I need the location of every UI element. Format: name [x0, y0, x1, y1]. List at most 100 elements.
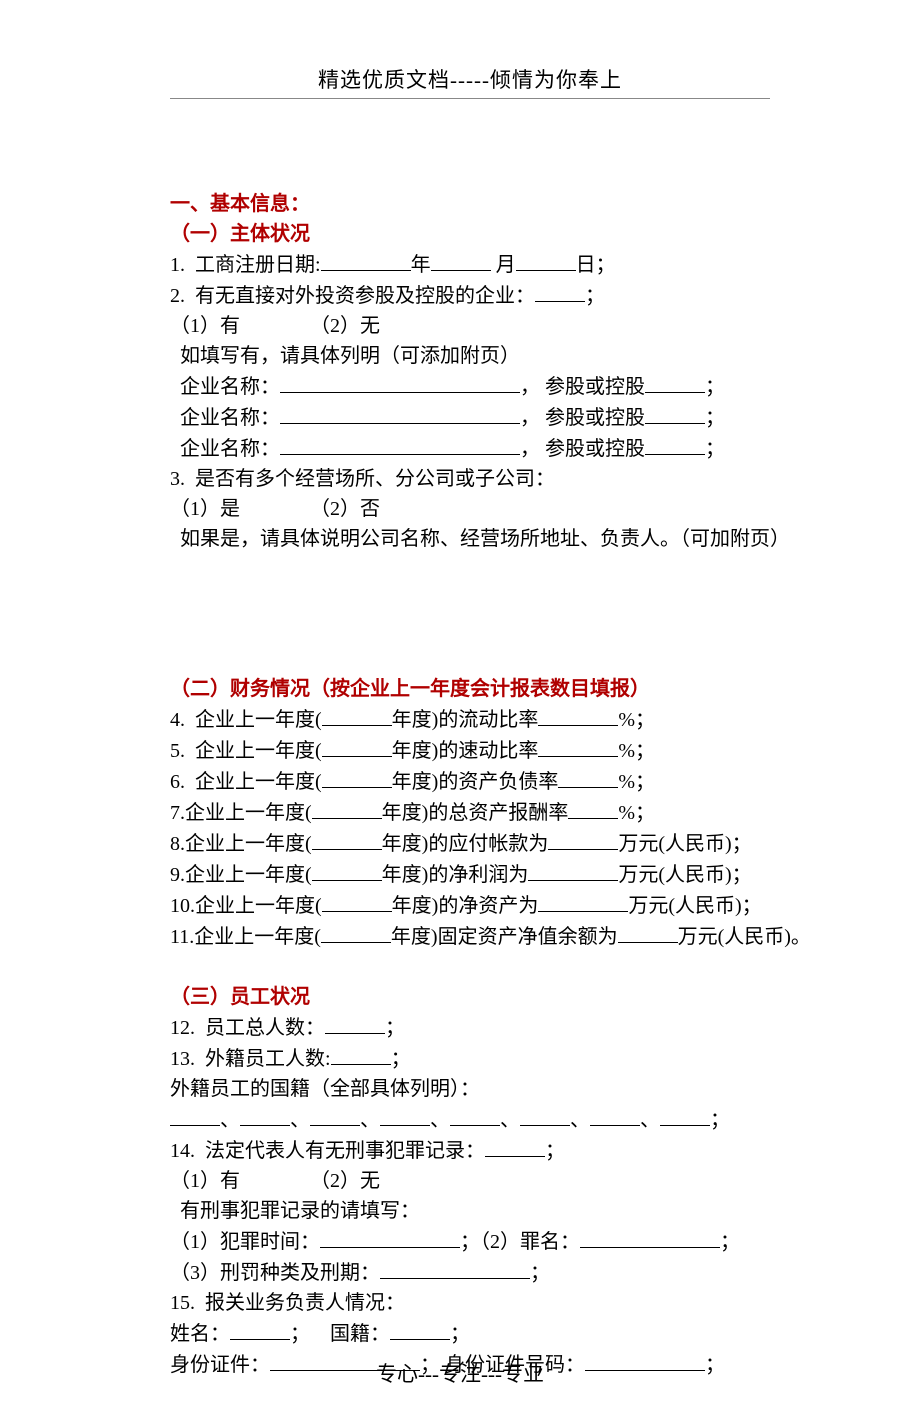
section-1-title: 一、基本信息：	[170, 189, 770, 219]
q11-b: 年度)固定资产净值余额为	[391, 926, 618, 948]
q15: 15. 报关业务负责人情况：	[170, 1288, 770, 1318]
enterprise-row-2: 企业名称：， 参股或控股；	[170, 402, 770, 433]
q2-opt-yes: （1）有	[170, 315, 240, 337]
q5-val-blank[interactable]	[538, 735, 618, 757]
semi: ；	[385, 1017, 405, 1039]
ent2-type-blank[interactable]	[645, 402, 705, 424]
q4-year-blank[interactable]	[322, 704, 392, 726]
q8-year-blank[interactable]	[312, 828, 382, 850]
sep: 、	[360, 1109, 380, 1131]
nat-blank[interactable]	[170, 1104, 220, 1126]
q7-a: 7.企业上一年度(	[170, 802, 312, 824]
sep: 、	[430, 1109, 450, 1131]
q12-blank[interactable]	[325, 1012, 385, 1034]
q11-val-blank[interactable]	[618, 921, 678, 943]
semi: ；	[530, 1262, 550, 1284]
q2-tail: ；	[585, 285, 605, 307]
q5-b: 年度)的速动比率	[392, 740, 539, 762]
q8-b: 年度)的应付帐款为	[382, 833, 549, 855]
gap	[170, 952, 770, 982]
q15-name-blank[interactable]	[230, 1318, 290, 1340]
q15-nat-blank[interactable]	[390, 1318, 450, 1340]
q14-2: ；（2）罪名：	[460, 1231, 580, 1253]
q11-year-blank[interactable]	[321, 921, 391, 943]
q7-year-blank[interactable]	[312, 797, 382, 819]
q4-pct: %；	[618, 709, 655, 731]
nat-blank[interactable]	[450, 1104, 500, 1126]
q2-blank[interactable]	[535, 280, 585, 302]
ent-mid: ， 参股或控股	[520, 376, 645, 398]
q11-a: 11.企业上一年度(	[170, 926, 321, 948]
q4: 4. 企业上一年度(年度)的流动比率%；	[170, 704, 770, 735]
q13-note: 外籍员工的国籍（全部具体列明）：	[170, 1074, 770, 1104]
nat-blank[interactable]	[310, 1104, 360, 1126]
section-1: 一、基本信息： （一）主体状况 1. 工商注册日期: 年 月 日； 2. 有无直接对…	[170, 189, 770, 1380]
nat-blank[interactable]	[240, 1104, 290, 1126]
nationality-blanks: 、、、、、、、；	[170, 1104, 770, 1135]
q14-detail-2: （3）刑罚种类及刑期：；	[170, 1257, 770, 1288]
q14-2-tail: ；	[720, 1231, 740, 1253]
q3: 3. 是否有多个经营场所、分公司或子公司：	[170, 464, 770, 494]
q6-b: 年度)的资产负债率	[392, 771, 559, 793]
q1-year: 年	[411, 254, 431, 276]
q14-time-blank[interactable]	[320, 1226, 460, 1248]
ent1-name-blank[interactable]	[280, 371, 520, 393]
ent-label: 企业名称：	[170, 438, 280, 460]
q5-year-blank[interactable]	[322, 735, 392, 757]
ent3-type-blank[interactable]	[645, 433, 705, 455]
q8-a: 8.企业上一年度(	[170, 833, 312, 855]
q10-val-blank[interactable]	[538, 890, 628, 912]
header-rule	[170, 98, 770, 99]
ent1-type-blank[interactable]	[645, 371, 705, 393]
subsection-1-title: （一）主体状况	[170, 219, 770, 249]
q1-year-blank[interactable]	[321, 249, 411, 271]
q9-b: 年度)的净利润为	[382, 864, 529, 886]
q13-blank[interactable]	[331, 1043, 391, 1065]
ent-tail: ；	[705, 438, 725, 460]
q10-year-blank[interactable]	[322, 890, 392, 912]
q11-unit: 万元(人民币)。	[678, 926, 811, 948]
q5-a: 5. 企业上一年度(	[170, 740, 322, 762]
ent-tail: ；	[705, 407, 725, 429]
q3-no: （2）否	[310, 498, 380, 520]
q10-b: 年度)的净资产为	[392, 895, 539, 917]
q14-penalty-blank[interactable]	[380, 1257, 530, 1279]
q6-a: 6. 企业上一年度(	[170, 771, 322, 793]
ent3-name-blank[interactable]	[280, 433, 520, 455]
q2-text: 2. 有无直接对外投资参股及控股的企业：	[170, 285, 535, 307]
q14-crime-blank[interactable]	[580, 1226, 720, 1248]
q8-val-blank[interactable]	[548, 828, 618, 850]
q9-unit: 万元(人民币)；	[618, 864, 751, 886]
q1-month: 月	[491, 254, 516, 276]
q13: 13. 外籍员工人数:；	[170, 1043, 770, 1074]
q6-val-blank[interactable]	[558, 766, 618, 788]
q7-val-blank[interactable]	[568, 797, 618, 819]
q7: 7.企业上一年度(年度)的总资产报酬率%；	[170, 797, 770, 828]
nat-blank[interactable]	[590, 1104, 640, 1126]
document-page: 精选优质文档-----倾情为你奉上 一、基本信息： （一）主体状况 1. 工商注…	[0, 0, 920, 1420]
subsection-3-title: （三）员工状况	[170, 982, 770, 1012]
q7-pct: %；	[618, 802, 655, 824]
q5-pct: %；	[618, 740, 655, 762]
q1-day: 日；	[576, 254, 616, 276]
nat-blank[interactable]	[380, 1104, 430, 1126]
ent-mid: ， 参股或控股	[520, 407, 645, 429]
q9-val-blank[interactable]	[528, 859, 618, 881]
semi: ；	[710, 1109, 730, 1131]
q14-blank[interactable]	[485, 1135, 545, 1157]
q14-text: 14. 法定代表人有无刑事犯罪记录：	[170, 1140, 485, 1162]
q4-val-blank[interactable]	[538, 704, 618, 726]
q2-opt-no: （2）无	[310, 315, 380, 337]
ent2-name-blank[interactable]	[280, 402, 520, 424]
q6-year-blank[interactable]	[322, 766, 392, 788]
q12: 12. 员工总人数： ；	[170, 1012, 770, 1043]
nat-blank[interactable]	[520, 1104, 570, 1126]
nat-blank[interactable]	[660, 1104, 710, 1126]
q15-name: 姓名：	[170, 1323, 230, 1345]
spacer	[240, 1170, 310, 1192]
q1-month-blank[interactable]	[431, 249, 491, 271]
q12-text: 12. 员工总人数：	[170, 1017, 325, 1039]
q1-prefix: 1. 工商注册日期:	[170, 254, 321, 276]
q1-day-blank[interactable]	[516, 249, 576, 271]
q9-year-blank[interactable]	[312, 859, 382, 881]
